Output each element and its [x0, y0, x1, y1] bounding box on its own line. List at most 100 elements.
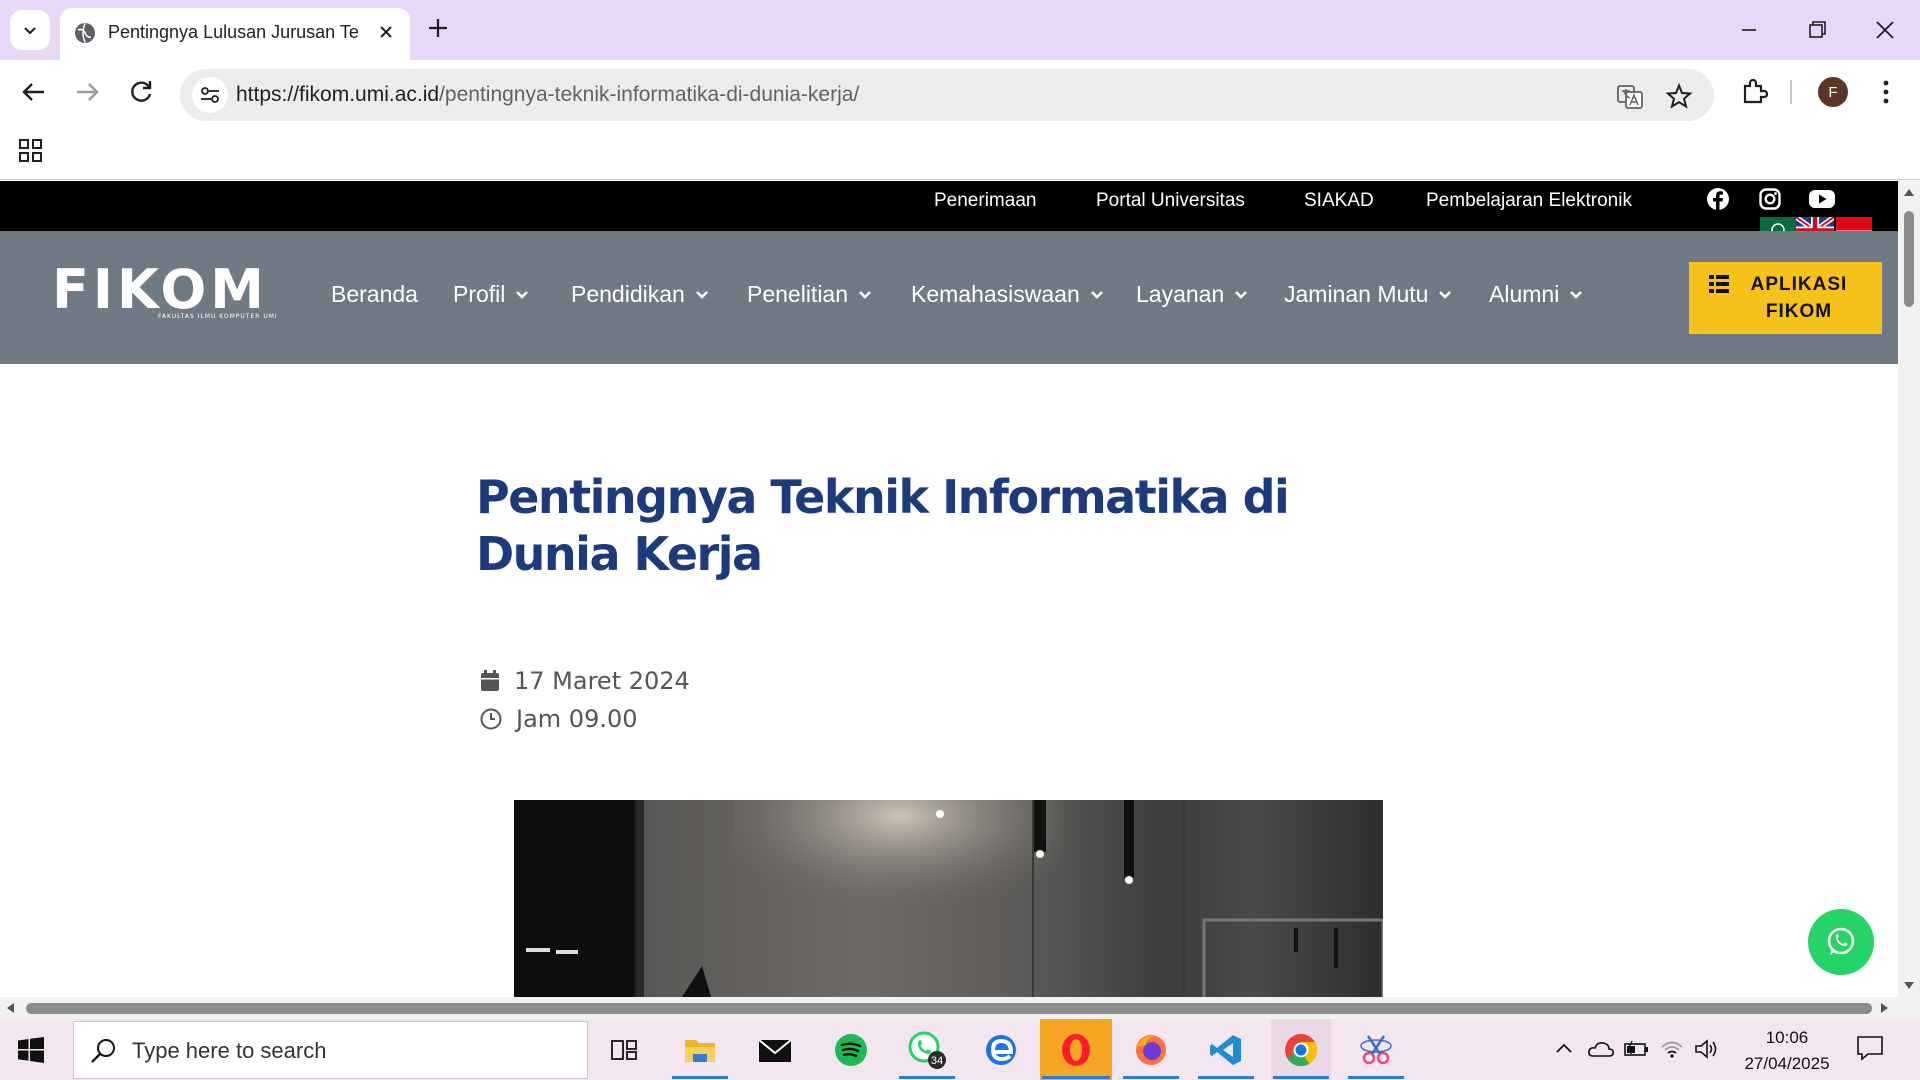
nav-label: Layanan: [1136, 281, 1225, 307]
nav-label: Jaminan Mutu: [1284, 281, 1429, 307]
nav-pendidikan[interactable]: Pendidikan: [571, 281, 709, 308]
more-vert-icon: [1883, 80, 1889, 104]
mail-icon[interactable]: [745, 1019, 805, 1080]
article-date-text: 17 Maret 2024: [514, 667, 690, 695]
top-link-portal-universitas[interactable]: Portal Universitas: [1096, 190, 1245, 212]
top-link-pembelajaran-elektronik[interactable]: Pembelajaran Elektronik: [1426, 190, 1632, 212]
new-tab-button[interactable]: [424, 14, 452, 46]
active-app-indicator: [1198, 1076, 1254, 1079]
nav-jaminan-mutu[interactable]: Jaminan Mutu: [1284, 281, 1452, 308]
article-time-text: Jam 09.00: [516, 705, 638, 733]
restore-button[interactable]: [1802, 12, 1832, 52]
address-bar[interactable]: https://fikom.umi.ac.id/pentingnya-tekni…: [180, 69, 1714, 121]
nav-kemahasiswaan[interactable]: Kemahasiswaan: [911, 281, 1104, 308]
active-app-indicator: [899, 1076, 955, 1079]
horizontal-scroll-thumb[interactable]: [26, 1003, 1872, 1014]
close-icon[interactable]: [376, 22, 396, 46]
forward-button[interactable]: [73, 78, 101, 110]
article-title: Pentingnya Teknik Informatika di Dunia K…: [476, 470, 1290, 581]
whatsapp-chat-button[interactable]: [1808, 909, 1874, 975]
nav-label: Pendidikan: [571, 281, 685, 307]
firefox-icon[interactable]: [1121, 1019, 1181, 1080]
translate-icon[interactable]: [1616, 83, 1644, 115]
opera-icon[interactable]: [1040, 1019, 1112, 1080]
battery-icon[interactable]: [1623, 1039, 1649, 1063]
tab-search-button[interactable]: [10, 10, 50, 50]
scroll-down-icon[interactable]: [1903, 981, 1915, 991]
chevron-up-icon[interactable]: [1554, 1039, 1574, 1063]
active-app-indicator: [1123, 1076, 1179, 1079]
active-app-indicator: [1348, 1076, 1404, 1079]
hero-photo: [514, 800, 1383, 997]
window-close-button[interactable]: [1870, 12, 1900, 52]
browser-tab-active[interactable]: Pentingnya Lulusan Jurusan Teknik Inform…: [60, 8, 410, 60]
url-text[interactable]: https://fikom.umi.ac.id/pentingnya-tekni…: [236, 83, 859, 107]
whatsapp-taskbar-icon[interactable]: 34: [897, 1019, 957, 1080]
volume-icon[interactable]: [1694, 1039, 1720, 1063]
aplikasi-fikom-button[interactable]: APLIKASI FIKOM: [1689, 262, 1882, 334]
snipping-tool-icon[interactable]: [1346, 1019, 1406, 1080]
nav-beranda[interactable]: Beranda: [331, 281, 418, 308]
nav-alumni[interactable]: Alumni: [1489, 281, 1583, 308]
tab-title: Pentingnya Lulusan Jurusan Teknik Inform…: [108, 22, 358, 42]
taskbar-clock[interactable]: 10:06 27/04/2025: [1732, 1025, 1842, 1077]
vertical-scroll-thumb[interactable]: [1904, 211, 1914, 307]
web-page: Penerimaan Portal Universitas SIAKAD Pem…: [0, 181, 1898, 997]
chrome-icon[interactable]: [1271, 1019, 1331, 1080]
windows-start-icon[interactable]: [18, 1037, 44, 1067]
vscode-icon[interactable]: [1196, 1019, 1256, 1080]
vertical-scrollbar[interactable]: [1898, 181, 1920, 997]
chevron-down-icon: [1439, 290, 1452, 299]
logo-subtext: FAKULTAS ILMU KOMPUTER UMI: [158, 313, 278, 320]
calendar-icon: [481, 670, 499, 691]
scroll-right-icon[interactable]: [1880, 1002, 1890, 1014]
wifi-icon[interactable]: [1660, 1039, 1684, 1063]
task-view-icon[interactable]: [594, 1019, 654, 1080]
nav-profil[interactable]: Profil: [453, 281, 529, 308]
aplikasi-fikom-label: APLIKASI FIKOM: [1750, 274, 1848, 322]
puzzle-icon: [1743, 78, 1769, 104]
chevron-down-icon: [1570, 290, 1583, 299]
nav-label: Profil: [453, 281, 506, 307]
star-icon[interactable]: [1665, 82, 1693, 113]
chevron-down-icon: [24, 27, 36, 35]
spotify-icon[interactable]: [821, 1019, 881, 1080]
search-icon: [91, 1039, 115, 1063]
top-link-siakad[interactable]: SIAKAD: [1304, 190, 1374, 212]
edge-icon[interactable]: [971, 1019, 1031, 1080]
apps-grid-icon[interactable]: [18, 138, 44, 168]
browser-toolbar: https://fikom.umi.ac.id/pentingnya-tekni…: [0, 60, 1920, 124]
chevron-down-icon: [516, 290, 529, 299]
scroll-left-icon[interactable]: [5, 1002, 15, 1014]
back-button[interactable]: [20, 78, 48, 110]
whatsapp-badge-count: 34: [931, 1055, 943, 1067]
globe-icon: [74, 22, 96, 48]
extensions-button[interactable]: [1740, 78, 1769, 110]
instagram-icon[interactable]: [1758, 187, 1782, 215]
url-path: /pentingnya-teknik-informatika-di-dunia-…: [439, 83, 860, 106]
youtube-icon[interactable]: [1808, 187, 1836, 215]
taskbar-search-box[interactable]: Type here to search: [73, 1021, 588, 1079]
nav-penelitian[interactable]: Penelitian: [747, 281, 872, 308]
fikom-logo[interactable]: FIKOM FAKULTAS ILMU KOMPUTER UMI: [52, 263, 278, 321]
windows-taskbar: Type here to search 34 10:06 27/04/2025: [0, 1019, 1920, 1080]
browser-menu-button[interactable]: [1876, 78, 1896, 110]
nav-layanan[interactable]: Layanan: [1136, 281, 1248, 308]
notification-icon[interactable]: [1856, 1035, 1884, 1065]
facebook-icon[interactable]: [1706, 187, 1730, 215]
onedrive-icon[interactable]: [1587, 1039, 1615, 1063]
article-date: 17 Maret 2024: [480, 667, 690, 695]
site-info-button[interactable]: [192, 77, 228, 113]
active-app-indicator: [672, 1076, 728, 1079]
top-link-penerimaan[interactable]: Penerimaan: [934, 190, 1036, 212]
minimize-button[interactable]: [1734, 12, 1764, 52]
nav-label: Alumni: [1489, 281, 1560, 307]
profile-avatar[interactable]: F: [1818, 77, 1848, 107]
chevron-down-icon: [1090, 290, 1103, 299]
reload-button[interactable]: [127, 78, 155, 110]
file-explorer-icon[interactable]: [670, 1019, 730, 1080]
arrow-left-icon: [22, 83, 44, 101]
horizontal-scrollbar[interactable]: [0, 997, 1920, 1019]
taskbar-date: 27/04/2025: [1744, 1054, 1830, 1073]
scroll-up-icon[interactable]: [1903, 187, 1915, 197]
